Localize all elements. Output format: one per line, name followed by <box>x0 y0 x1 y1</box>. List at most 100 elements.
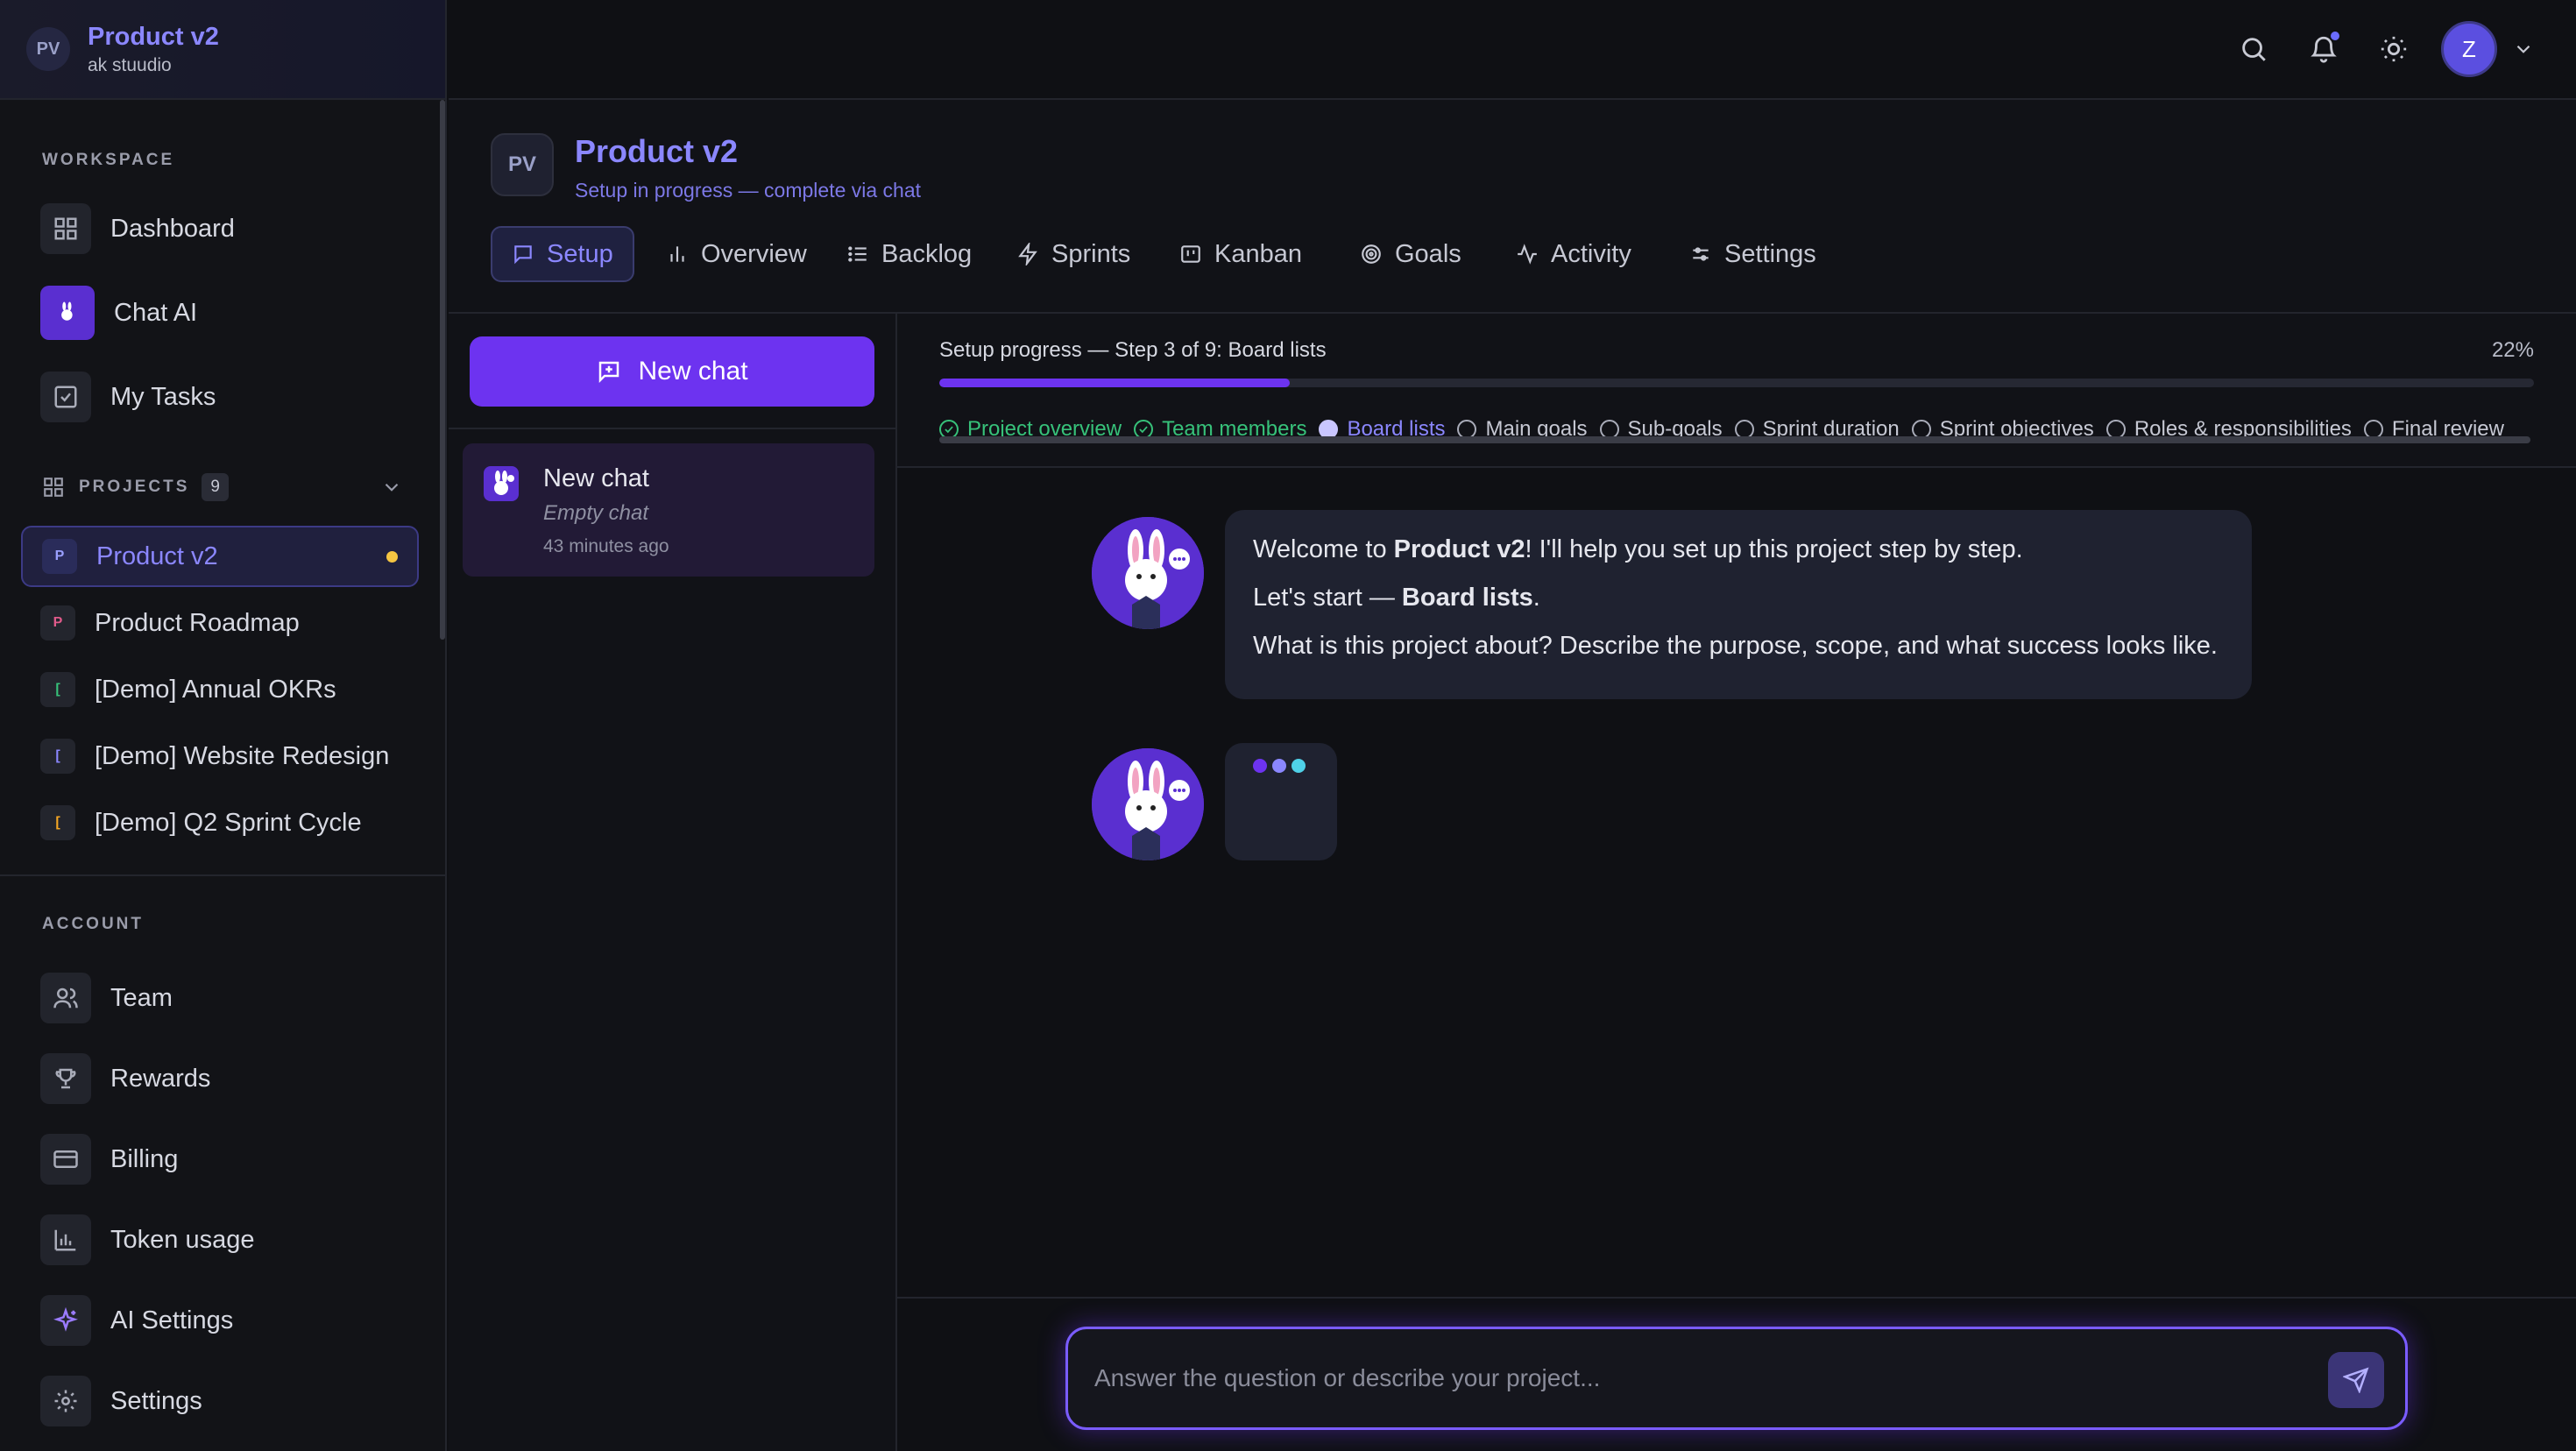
tab-kanban[interactable]: Kanban <box>1160 226 1321 282</box>
sidebar-item-billing[interactable]: Billing <box>40 1132 417 1186</box>
sidebar-item-label: Rewards <box>110 1064 211 1093</box>
users-icon <box>40 973 91 1023</box>
checkbox-icon <box>40 372 91 422</box>
progress-label: Setup progress — Step 3 of 9: Board list… <box>939 338 1327 362</box>
bar-chart-icon <box>670 246 684 262</box>
gear-icon <box>40 1376 91 1426</box>
setup-steps: Project overview Team members Board lists M… <box>939 403 2534 456</box>
steps-scrollbar[interactable] <box>939 436 2530 443</box>
typing-dot <box>1272 759 1286 773</box>
sidebar-item-settings[interactable]: Settings <box>40 1374 417 1428</box>
active-indicator-dot <box>386 550 398 563</box>
sidebar-divider <box>0 874 445 876</box>
projects-section-header[interactable]: PROJECTS 9 <box>42 473 403 501</box>
new-chat-button[interactable]: New chat <box>470 336 874 407</box>
projects-count-badge: 9 <box>202 473 229 501</box>
bell-icon[interactable] <box>2306 30 2341 67</box>
typing-dot <box>1292 759 1306 773</box>
grid-icon <box>40 203 91 254</box>
credit-card-icon <box>40 1134 91 1185</box>
tab-settings[interactable]: Settings <box>1670 226 1836 282</box>
send-icon <box>2343 1367 2369 1393</box>
tab-backlog[interactable]: Backlog <box>827 226 991 282</box>
chat-title: New chat <box>543 464 649 492</box>
chevron-down-icon[interactable] <box>2506 32 2541 67</box>
search-icon[interactable] <box>2236 32 2271 67</box>
message-input[interactable] <box>1094 1352 2304 1405</box>
tab-overview[interactable]: Overview <box>647 226 826 282</box>
activity-icon <box>1518 244 1537 265</box>
sidebar-item-ai-settings[interactable]: AI Settings <box>40 1293 417 1348</box>
project-label: Product Roadmap <box>95 608 300 637</box>
chevron-down-icon[interactable] <box>380 476 403 499</box>
typing-dot <box>1253 759 1267 773</box>
sidebar-item-label: Settings <box>110 1386 202 1415</box>
project-badge: [ <box>40 672 75 707</box>
list-icon <box>848 246 867 262</box>
project-badge: [ <box>40 739 75 774</box>
bunny-icon <box>40 286 95 340</box>
lightning-icon <box>1018 243 1037 265</box>
workspace-section-label: WORKSPACE <box>42 151 175 169</box>
chat-preview: Empty chat <box>543 501 649 525</box>
kanban-icon <box>1181 245 1200 263</box>
project-avatar: PV <box>491 133 554 196</box>
tab-sprints[interactable]: Sprints <box>997 226 1150 282</box>
sidebar-item-dashboard[interactable]: Dashboard <box>40 202 417 256</box>
chat-list-item[interactable]: New chat Empty chat 43 minutes ago <box>463 443 874 577</box>
project-status-subtitle: Setup in progress — complete via chat <box>575 179 922 202</box>
tab-label: Activity <box>1551 239 1631 268</box>
send-button[interactable] <box>2328 1352 2384 1408</box>
tab-setup[interactable]: Setup <box>491 226 634 282</box>
tab-label: Overview <box>701 239 807 268</box>
sidebar-item-chat-ai[interactable]: Chat AI <box>40 286 417 340</box>
sidebar-item-label: Chat AI <box>114 298 198 327</box>
sidebar-scrollbar[interactable] <box>440 100 445 640</box>
progress-bar-fill <box>939 379 1291 387</box>
workspace-subtitle: ak stuudio <box>88 54 172 75</box>
sidebar-item-label: Token usage <box>110 1225 255 1254</box>
grid-icon <box>44 478 63 497</box>
sidebar-item-label: AI Settings <box>110 1306 234 1334</box>
sidebar-item-my-tasks[interactable]: My Tasks <box>40 370 417 424</box>
project-item-product-roadmap[interactable]: P Product Roadmap <box>21 592 419 654</box>
top-bar: Z <box>449 0 2576 100</box>
project-badge: [ <box>40 805 75 840</box>
sidebar-item-token-usage[interactable]: Token usage <box>40 1213 417 1267</box>
project-item-website-redesign[interactable]: [ [Demo] Website Redesign <box>21 726 419 787</box>
sidebar: PV Product v2 ak stuudio WORKSPACE Dashb… <box>0 0 447 1451</box>
project-item-product-v2[interactable]: P Product v2 <box>21 526 419 587</box>
user-avatar[interactable]: Z <box>2441 21 2497 77</box>
tab-label: Goals <box>1395 239 1461 268</box>
sliders-icon <box>1693 247 1709 261</box>
message-line: What is this project about? Describe the… <box>1253 631 2218 660</box>
theme-toggle-sun-icon[interactable] <box>2376 32 2411 67</box>
sidebar-item-label: Dashboard <box>110 214 235 243</box>
progress-bar <box>939 379 2534 387</box>
message-line: Welcome to Product v2! I'll help you set… <box>1253 535 2023 563</box>
chat-list-divider <box>449 428 895 429</box>
workspace-switcher[interactable]: PV Product v2 ak stuudio <box>0 0 445 100</box>
trophy-icon <box>40 1053 91 1104</box>
project-label: [Demo] Q2 Sprint Cycle <box>95 808 362 837</box>
project-item-annual-okrs[interactable]: [ [Demo] Annual OKRs <box>21 659 419 720</box>
sidebar-item-label: Billing <box>110 1144 179 1173</box>
project-badge: P <box>40 605 75 641</box>
sidebar-item-team[interactable]: Team <box>40 971 417 1025</box>
bar-chart-icon <box>40 1214 91 1265</box>
project-label: [Demo] Website Redesign <box>95 741 390 770</box>
progress-percent: 22% <box>2491 338 2534 362</box>
tab-label: Settings <box>1724 239 1816 268</box>
tab-goals[interactable]: Goals <box>1341 226 1481 282</box>
projects-section-label: PROJECTS <box>79 478 190 496</box>
bunny-icon <box>1092 748 1204 860</box>
project-item-q2-sprint-cycle[interactable]: [ [Demo] Q2 Sprint Cycle <box>21 792 419 853</box>
sidebar-item-rewards[interactable]: Rewards <box>40 1051 417 1106</box>
project-header: PV Product v2 Setup in progress — comple… <box>449 100 2576 314</box>
bunny-icon <box>484 466 519 501</box>
page-title: Product v2 <box>575 133 739 169</box>
message-line: Let's start — Board lists. <box>1253 583 1540 612</box>
tab-activity[interactable]: Activity <box>1497 226 1651 282</box>
assistant-avatar <box>1092 517 1204 629</box>
project-label: Product v2 <box>96 541 218 570</box>
